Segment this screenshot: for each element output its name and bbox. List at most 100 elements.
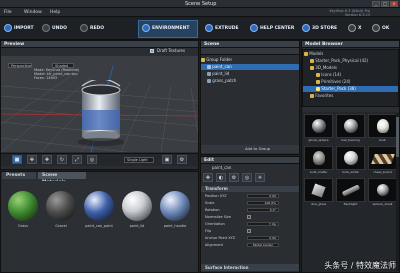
scene-info: Mode: KeyShot (Realtime) Model: ktr_pain…: [34, 68, 79, 80]
alignment-button[interactable]: Model Center: [247, 243, 279, 247]
material-item[interactable]: paint_lid: [122, 191, 155, 228]
extrude-button[interactable]: EXTRUDE: [205, 22, 239, 36]
material-item[interactable]: Grass: [8, 191, 41, 228]
menu-help[interactable]: Help: [50, 10, 60, 15]
ok-icon: [372, 23, 380, 32]
cancel-button[interactable]: X: [348, 22, 361, 36]
model-thumbnail[interactable]: bulb_white: [336, 146, 365, 174]
edit-value-field[interactable]: 100.0%: [247, 201, 279, 205]
rotate-tool-icon[interactable]: ↻: [57, 155, 67, 164]
transform-section[interactable]: Transform: [201, 186, 299, 192]
environment-icon: [142, 23, 150, 32]
model-thumbnail[interactable]: bulb_matte: [304, 146, 333, 174]
material-item[interactable]: Gravel: [46, 191, 79, 228]
folder-icon: [316, 73, 320, 77]
light-dropdown[interactable]: Single Light: [124, 157, 154, 163]
model-thumbnail[interactable]: flashlight: [336, 178, 365, 206]
scale-tool-icon[interactable]: ⤢: [72, 155, 82, 164]
environment-button[interactable]: ENVIRONMENT: [142, 22, 189, 36]
paint-can-model[interactable]: [78, 80, 124, 148]
model-thumbnail[interactable]: ball_bearing: [336, 114, 365, 142]
edit-row: Alignment Model Center: [201, 242, 299, 248]
draft-textures-checkbox[interactable]: [150, 49, 154, 53]
browser-tree-item[interactable]: Models: [303, 51, 398, 57]
menu-file[interactable]: File: [4, 10, 12, 15]
edit-value-field[interactable]: 0.00: [247, 236, 279, 240]
material-label: Gravel: [55, 224, 67, 228]
browser-tree-item[interactable]: Icons (14): [303, 72, 398, 78]
folder-icon: [316, 80, 320, 84]
folder-icon: [310, 94, 314, 98]
thumbnail-label: flashlight: [343, 202, 358, 206]
3d-store-button[interactable]: 3D STORE: [302, 22, 337, 36]
model-thumbnail[interactable]: sphere_small: [368, 178, 397, 206]
move-tool-icon[interactable]: ✚: [42, 155, 52, 164]
folder-icon: [201, 58, 205, 62]
normalize-checkbox[interactable]: [247, 215, 251, 219]
tree-item-paint-can[interactable]: paint_can: [201, 64, 299, 70]
edit-row: Normalize Size: [201, 214, 299, 220]
help-center-button[interactable]: HELP CENTER: [250, 22, 294, 36]
thumbnail-image: [368, 146, 397, 170]
thumbnail-label: bulb_matte: [309, 170, 327, 174]
orientation-dropdown[interactable]: Y Up: [247, 222, 279, 226]
flip-checkbox[interactable]: [247, 229, 251, 233]
folder-icon: [310, 66, 314, 70]
material-swatch: [160, 191, 190, 221]
material-grid: Grass Gravel paint_can_paint paint_lid p…: [2, 181, 197, 271]
model-thumbnail[interactable]: ghost_sphere: [304, 114, 333, 142]
transform-icon[interactable]: ✥: [203, 173, 213, 182]
redo-button[interactable]: REDO: [80, 22, 104, 36]
thumbnail-scrollbar[interactable]: [396, 113, 399, 271]
model-thumbnail[interactable]: bulb: [368, 114, 397, 142]
model-thumbnail[interactable]: chess_board: [368, 146, 397, 174]
redo-icon: [80, 23, 88, 32]
camera-dropdown[interactable]: Perspective: [8, 63, 32, 68]
thumbnail-label: ball_bearing: [341, 138, 360, 142]
tab-scene-materials[interactable]: Scene Materials: [38, 172, 86, 185]
thumbnail-image: [304, 178, 333, 202]
version-line-2: Version 6.3.23: [344, 13, 370, 17]
browser-tree-item[interactable]: Favorites: [303, 93, 398, 99]
material-item[interactable]: paint_handle: [160, 191, 193, 228]
material-icon[interactable]: ◐: [216, 173, 226, 182]
import-button[interactable]: IMPORT: [4, 22, 34, 36]
material-label: paint_lid: [129, 224, 145, 228]
ok-button[interactable]: OK: [372, 22, 389, 36]
edit-value-field[interactable]: 0.0°: [247, 208, 279, 212]
render-icon[interactable]: ▣: [162, 155, 172, 164]
maximize-button[interactable]: □: [381, 1, 389, 7]
gear-icon[interactable]: ⚙: [229, 173, 239, 182]
browser-tree-item[interactable]: Starter_Pack_Physical (42): [303, 58, 398, 64]
select-tool-icon[interactable]: ■: [12, 155, 22, 164]
model-thumbnail[interactable]: dice_glass: [304, 178, 333, 206]
minimize-button[interactable]: _: [372, 1, 380, 7]
tree-item-group-folder[interactable]: Group Folder: [201, 57, 299, 63]
browser-tree-item-selected[interactable]: Starter_Pack (36): [303, 86, 398, 92]
material-item[interactable]: paint_can_paint: [84, 191, 117, 228]
material-label: paint_handle: [163, 224, 187, 228]
info-faces: Faces: 14603: [34, 76, 58, 80]
surface-section[interactable]: Surface Interaction: [201, 264, 299, 271]
browser-tree-item[interactable]: 3D_Models: [303, 65, 398, 71]
thumbnail-image: [336, 146, 365, 170]
import-icon: [4, 23, 12, 32]
tab-presets[interactable]: Presets: [2, 172, 36, 179]
tree-item-paint-lid[interactable]: paint_lid: [201, 71, 299, 77]
camera-icon[interactable]: ◎: [242, 173, 252, 182]
folder-icon: [310, 59, 314, 63]
thumbnail-label: sphere_small: [372, 202, 393, 206]
edit-value-field[interactable]: 0.00: [247, 194, 279, 198]
undo-button[interactable]: UNDO: [42, 22, 67, 36]
light-icon[interactable]: ☀: [255, 173, 265, 182]
pan-tool-icon[interactable]: ✥: [27, 155, 37, 164]
camera-tool-icon[interactable]: ◎: [87, 155, 97, 164]
material-swatch: [84, 191, 114, 221]
settings-icon[interactable]: ⚙: [177, 155, 187, 164]
close-window-button[interactable]: ×: [390, 1, 398, 7]
menu-window[interactable]: Window: [24, 10, 42, 15]
browser-tree-item[interactable]: Primitives (24): [303, 79, 398, 85]
tree-item-grass-patch[interactable]: grass_patch: [201, 78, 299, 84]
edit-title: Edit: [201, 157, 299, 164]
add-to-group-button[interactable]: Add to Group: [245, 146, 270, 151]
